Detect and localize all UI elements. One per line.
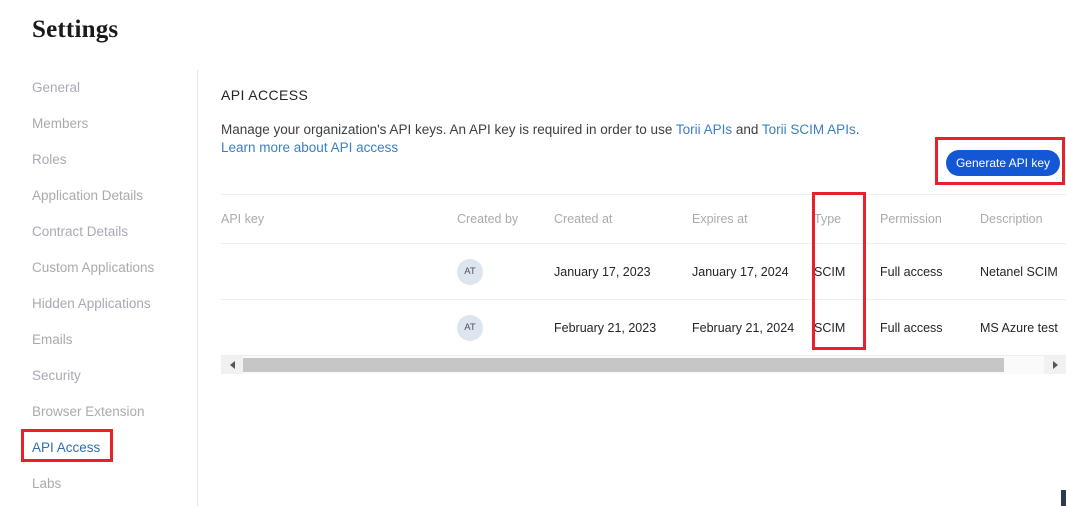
scrollbar-thumb[interactable] [243,358,1004,372]
api-keys-table: API key Created by Created at Expires at… [221,194,1066,356]
column-header-created-by[interactable]: Created by [457,195,554,244]
cell-description: Netanel SCIM [980,244,1066,300]
table-header-row: API key Created by Created at Expires at… [221,195,1066,244]
generate-api-key-highlight-box: Generate API key [935,137,1065,185]
column-header-permission[interactable]: Permission [880,195,980,244]
torii-scim-apis-link[interactable]: Torii SCIM APIs [762,122,856,137]
avatar[interactable]: AT [457,315,483,341]
scroll-left-button[interactable] [221,356,243,374]
learn-more-link[interactable]: Learn more about API access [221,140,398,155]
main-content: API ACCESS Manage your organization's AP… [199,70,1066,506]
cell-created-by: AT [457,244,554,300]
sidebar-item-api-access[interactable]: API Access [0,430,198,466]
sidebar-item-labs[interactable]: Labs [0,466,198,502]
cell-type: SCIM [814,300,880,356]
sidebar-item-custom-applications[interactable]: Custom Applications [0,250,198,286]
table-horizontal-scrollbar[interactable] [221,356,1066,374]
cell-created-by: AT [457,300,554,356]
column-header-api-key[interactable]: API key [221,195,457,244]
arrow-right-icon [1053,361,1058,369]
settings-sidebar: GeneralMembersRolesApplication DetailsCo… [0,70,198,506]
sidebar-item-emails[interactable]: Emails [0,322,198,358]
generate-api-key-button[interactable]: Generate API key [946,150,1060,176]
column-header-created-at[interactable]: Created at [554,195,692,244]
column-header-expires-at[interactable]: Expires at [692,195,814,244]
cell-expires-at: January 17, 2024 [692,244,814,300]
section-title: API ACCESS [221,87,308,103]
sidebar-item-general[interactable]: General [0,70,198,106]
description-mid: and [732,122,762,137]
table-body: AT January 17, 2023January 17, 2024SCIMFu… [221,244,1066,356]
cell-api-key [221,300,457,356]
sidebar-item-security[interactable]: Security [0,358,198,394]
sidebar-item-members[interactable]: Members [0,106,198,142]
sidebar-item-application-details[interactable]: Application Details [0,178,198,214]
table-row[interactable]: AT February 21, 2023February 21, 2024SCIM… [221,300,1066,356]
api-keys-table-area: API key Created by Created at Expires at… [221,194,1066,356]
table-row[interactable]: AT January 17, 2023January 17, 2024SCIMFu… [221,244,1066,300]
sidebar-item-list: GeneralMembersRolesApplication DetailsCo… [0,70,198,502]
sidebar-item-hidden-applications[interactable]: Hidden Applications [0,286,198,322]
scrollbar-track[interactable] [243,356,1044,374]
cell-permission: Full access [880,244,980,300]
avatar[interactable]: AT [457,259,483,285]
sidebar-item-roles[interactable]: Roles [0,142,198,178]
column-header-type[interactable]: Type [814,195,880,244]
scroll-right-button[interactable] [1044,356,1066,374]
cell-type: SCIM [814,244,880,300]
description-lead: Manage your organization's API keys. An … [221,122,676,137]
cell-description: MS Azure test [980,300,1066,356]
api-access-description: Manage your organization's API keys. An … [221,121,921,157]
sidebar-item-browser-extension[interactable]: Browser Extension [0,394,198,430]
sidebar-item-contract-details[interactable]: Contract Details [0,214,198,250]
corner-widget-clipped[interactable] [1061,490,1066,506]
cell-created-at: January 17, 2023 [554,244,692,300]
torii-apis-link[interactable]: Torii APIs [676,122,732,137]
cell-expires-at: February 21, 2024 [692,300,814,356]
column-header-description[interactable]: Description [980,195,1066,244]
cell-api-key [221,244,457,300]
cell-created-at: February 21, 2023 [554,300,692,356]
page-title: Settings [32,16,118,44]
arrow-left-icon [230,361,235,369]
description-period: . [856,122,860,137]
cell-permission: Full access [880,300,980,356]
